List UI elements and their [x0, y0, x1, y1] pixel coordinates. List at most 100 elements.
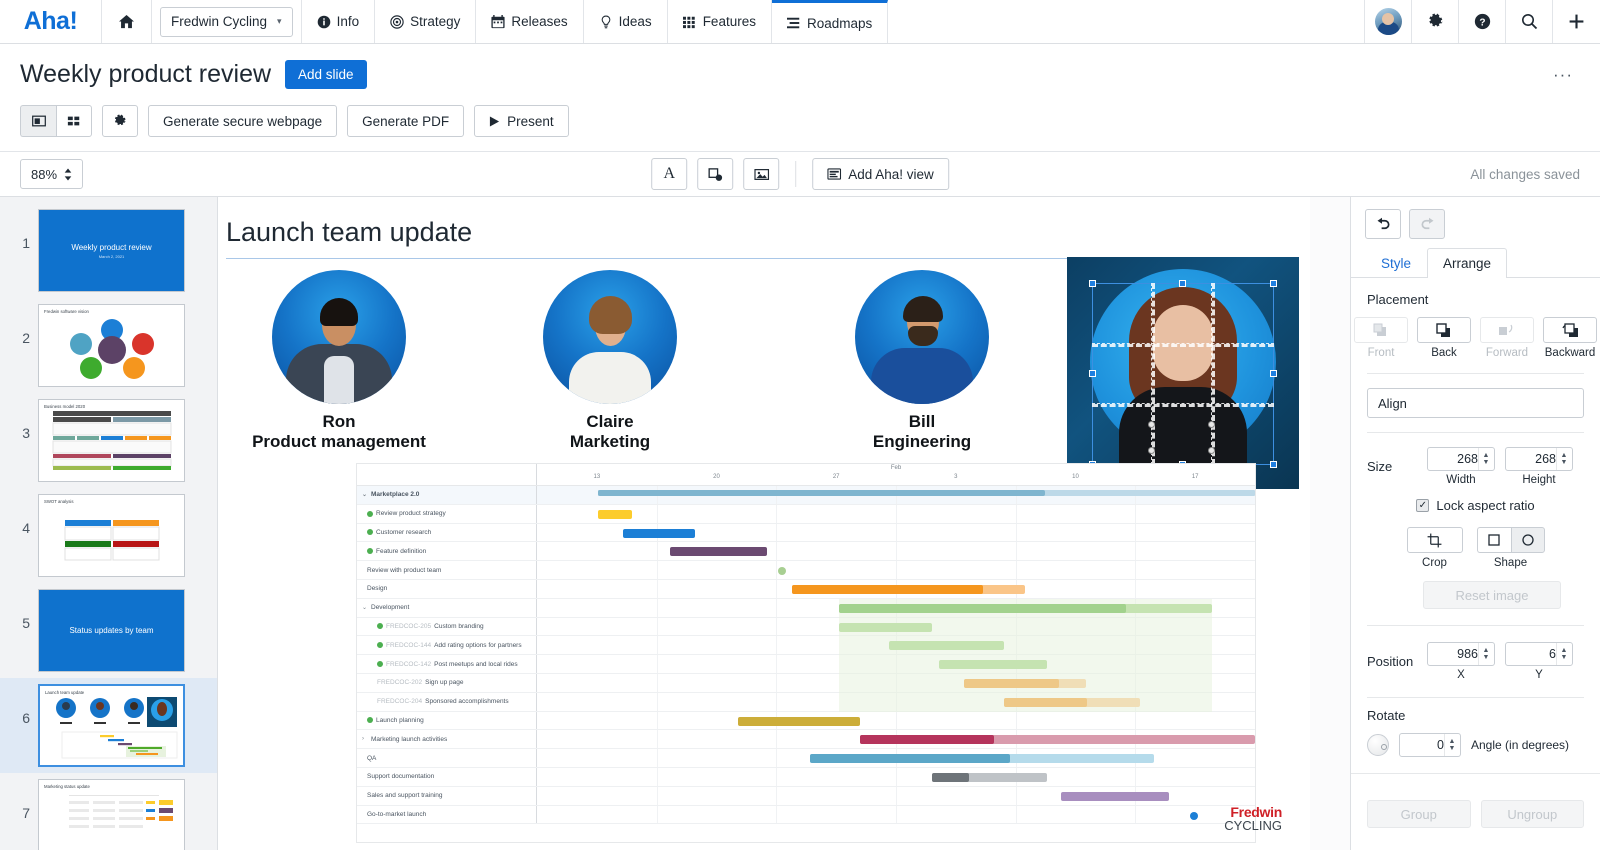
gantt-milestone[interactable] — [777, 567, 786, 576]
slide-canvas-area[interactable]: Launch team update Ron Product managemen… — [218, 197, 1350, 850]
insert-shape-button[interactable] — [697, 158, 734, 190]
gantt-bar[interactable] — [738, 716, 861, 726]
aha-logo[interactable]: Aha! — [0, 0, 102, 43]
position-x-stepper[interactable]: ▲▼ — [1427, 642, 1495, 666]
gantt-row[interactable]: › Marketing launch activities — [357, 730, 1255, 750]
person-card-claire[interactable]: Claire Marketing — [510, 270, 710, 452]
gantt-bar[interactable] — [623, 528, 695, 538]
align-dropdown[interactable]: Align — [1367, 388, 1584, 418]
resize-handle-top-left[interactable] — [1089, 280, 1096, 287]
gantt-bar[interactable] — [669, 547, 767, 557]
gantt-bar[interactable] — [1061, 791, 1169, 801]
width-spinner-arrows[interactable]: ▲ ▼ — [1478, 448, 1493, 470]
nav-tab-releases[interactable]: Releases — [476, 0, 584, 43]
rotate-angle-stepper[interactable]: ▲▼ — [1399, 733, 1461, 757]
height-stepper[interactable]: ▲▼ — [1505, 447, 1573, 471]
gantt-row[interactable]: Go-to-market launch — [357, 805, 1255, 825]
crop-button[interactable] — [1406, 527, 1463, 553]
lock-aspect-ratio-row[interactable]: ✓ Lock aspect ratio — [1367, 498, 1584, 513]
help-button[interactable]: ? — [1459, 0, 1506, 43]
gantt-bar[interactable] — [860, 735, 1255, 745]
crop-handle-dot[interactable] — [1148, 421, 1155, 428]
height-spinner-arrows[interactable]: ▲ ▼ — [1556, 448, 1571, 470]
send-to-back-button[interactable] — [1417, 317, 1471, 343]
position-y-spinner-arrows[interactable]: ▲ ▼ — [1556, 643, 1571, 665]
person-card-ron[interactable]: Ron Product management — [239, 270, 439, 452]
nav-tab-features[interactable]: Features — [667, 0, 772, 43]
width-stepper[interactable]: ▲▼ — [1427, 447, 1495, 471]
gantt-row[interactable]: Customer research — [357, 523, 1255, 543]
slide-thumbnail[interactable]: Launch team update — [38, 684, 185, 767]
crop-handle-dot[interactable] — [1148, 447, 1155, 454]
gantt-row[interactable]: Support documentation — [357, 767, 1255, 787]
insert-text-button[interactable]: A — [651, 158, 688, 190]
shape-circle-button[interactable] — [1510, 527, 1545, 553]
slide-thumbnail[interactable]: Fredwin software vision — [38, 304, 185, 387]
rotate-angle-input[interactable] — [1400, 738, 1444, 752]
shape-square-button[interactable] — [1476, 527, 1511, 553]
slide-thumbnail[interactable]: SWOT analysis — [38, 494, 185, 577]
nav-tab-ideas[interactable]: Ideas — [583, 0, 668, 43]
person-card-bill[interactable]: Bill Engineering — [822, 270, 1022, 452]
resize-handle-top-center[interactable] — [1179, 280, 1186, 287]
zoom-selector[interactable]: 88% — [20, 159, 84, 189]
present-button[interactable]: Present — [474, 105, 569, 137]
gantt-row[interactable]: Launch planning — [357, 711, 1255, 731]
nav-tab-roadmaps[interactable]: Roadmaps — [771, 0, 889, 43]
gantt-bar[interactable] — [931, 772, 1047, 782]
slide-list-panel[interactable]: 1 Weekly product review March 2, 2021 2 … — [0, 197, 218, 850]
slide-item-2[interactable]: 2 Fredwin software vision — [0, 298, 217, 393]
nav-tab-strategy[interactable]: Strategy — [375, 0, 477, 43]
rotate-spinner-arrows[interactable]: ▲ ▼ — [1444, 734, 1459, 756]
slide-item-7[interactable]: 7 Marketing status update — [0, 773, 217, 850]
chevron-icon[interactable]: ⌄ — [362, 604, 368, 611]
gantt-bar[interactable] — [598, 490, 1255, 496]
position-y-input[interactable] — [1506, 647, 1556, 661]
generate-pdf-button[interactable]: Generate PDF — [347, 105, 465, 137]
more-options-button[interactable]: ··· — [1546, 61, 1580, 89]
slide-item-6[interactable]: 6 Launch team update — [0, 678, 217, 773]
nav-home[interactable] — [102, 0, 152, 43]
grid-view-button[interactable] — [56, 105, 92, 137]
rotate-knob[interactable] — [1367, 734, 1389, 756]
nav-tab-info[interactable]: Info — [301, 0, 376, 43]
resize-handle-middle-right[interactable] — [1270, 370, 1277, 377]
add-button[interactable] — [1553, 0, 1600, 43]
slide-item-5[interactable]: 5 Status updates by team — [0, 583, 217, 678]
position-x-input[interactable] — [1428, 647, 1478, 661]
insert-image-button[interactable] — [743, 158, 780, 190]
resize-handle-top-right[interactable] — [1270, 280, 1277, 287]
slide-thumbnail[interactable]: Weekly product review March 2, 2021 — [38, 209, 185, 292]
presentation-settings-button[interactable] — [102, 105, 138, 137]
chevron-icon[interactable]: › — [362, 736, 368, 742]
slide-item-4[interactable]: 4 SWOT analysis — [0, 488, 217, 583]
resize-handle-middle-left[interactable] — [1089, 370, 1096, 377]
crop-handle-dot[interactable] — [1208, 447, 1215, 454]
gantt-row[interactable]: Review product strategy — [357, 504, 1255, 524]
add-aha-view-button[interactable]: Add Aha! view — [812, 158, 949, 190]
gantt-row[interactable]: ⌄ Marketplace 2.0 — [357, 486, 1255, 505]
project-selector[interactable]: Fredwin Cycling ▾ — [160, 6, 293, 37]
gantt-bar[interactable] — [598, 509, 632, 519]
gantt-bar[interactable] — [791, 584, 1026, 594]
slide-title[interactable]: Launch team update — [226, 211, 1296, 259]
gantt-milestone[interactable] — [1190, 811, 1199, 820]
gantt-row[interactable]: QA — [357, 749, 1255, 768]
slide-canvas[interactable]: Launch team update Ron Product managemen… — [218, 197, 1310, 850]
generate-secure-webpage-button[interactable]: Generate secure webpage — [148, 105, 338, 137]
position-x-spinner-arrows[interactable]: ▲ ▼ — [1478, 643, 1493, 665]
send-backward-button[interactable] — [1543, 317, 1597, 343]
add-slide-button[interactable]: Add slide — [285, 60, 367, 89]
user-avatar[interactable] — [1365, 0, 1412, 43]
gantt-row[interactable]: Feature definition — [357, 542, 1255, 562]
undo-button[interactable] — [1365, 209, 1401, 239]
gantt-row[interactable]: Review with product team — [357, 561, 1255, 580]
slide-item-1[interactable]: 1 Weekly product review March 2, 2021 — [0, 203, 217, 298]
resize-handle-bottom-right[interactable] — [1270, 461, 1277, 468]
position-y-stepper[interactable]: ▲▼ — [1505, 642, 1573, 666]
lock-aspect-ratio-checkbox[interactable]: ✓ — [1416, 499, 1430, 512]
selected-image[interactable] — [1067, 257, 1299, 489]
height-input[interactable] — [1506, 452, 1556, 466]
slide-thumbnail[interactable]: Marketing status update — [38, 779, 185, 850]
gantt-roadmap-view[interactable]: Feb 13 20 27 3 10 17 ⌄ Marketplace 2.0 Review p… — [356, 463, 1256, 843]
